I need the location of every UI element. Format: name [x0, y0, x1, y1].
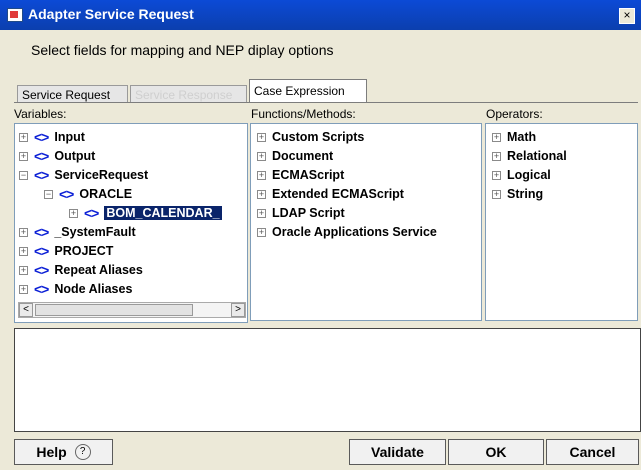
tree-item-servicerequest[interactable]: − <> ServiceRequest: [19, 166, 148, 184]
operators-tree[interactable]: + Math + Relational + Logical + String: [485, 123, 638, 321]
expand-icon[interactable]: +: [257, 132, 266, 142]
expand-icon[interactable]: +: [492, 151, 501, 161]
tree-item-node-aliases[interactable]: + <> Node Aliases: [19, 280, 132, 298]
element-tag-icon: <>: [34, 281, 49, 297]
tree-item-label-selected: BOM_CALENDAR_: [104, 206, 222, 220]
element-tag-icon: <>: [84, 205, 99, 221]
tree-item-label: Custom Scripts: [272, 130, 365, 144]
expand-icon[interactable]: +: [19, 265, 28, 275]
operators-label: Operators:: [486, 107, 543, 121]
tree-item-label: Output: [54, 149, 96, 163]
ok-button[interactable]: OK: [448, 439, 544, 465]
operator-item-math[interactable]: + Math: [492, 128, 536, 146]
functions-label: Functions/Methods:: [251, 107, 356, 121]
expand-icon[interactable]: +: [257, 227, 266, 237]
functions-tree[interactable]: + Custom Scripts + Document + ECMAScript…: [250, 123, 482, 321]
variables-tree[interactable]: + <> Input + <> Output − <> ServiceReque…: [14, 123, 248, 323]
function-item-document[interactable]: + Document: [257, 147, 333, 165]
tree-item-systemfault[interactable]: + <> _SystemFault: [19, 223, 136, 241]
tree-item-label: ServiceRequest: [54, 168, 149, 182]
tree-item-label: Logical: [507, 168, 551, 182]
expand-icon[interactable]: +: [492, 170, 501, 180]
tree-item-label: Math: [507, 130, 537, 144]
tree-item-label: _SystemFault: [54, 225, 136, 239]
tree-item-label: LDAP Script: [272, 206, 345, 220]
app-icon: [7, 8, 23, 22]
element-tag-icon: <>: [34, 167, 49, 183]
tree-item-label: ECMAScript: [272, 168, 345, 182]
operator-item-relational[interactable]: + Relational: [492, 147, 567, 165]
collapse-icon[interactable]: −: [19, 170, 28, 180]
element-tag-icon: <>: [34, 129, 49, 145]
expand-icon[interactable]: +: [257, 151, 266, 161]
tree-item-project[interactable]: + <> PROJECT: [19, 242, 113, 260]
element-tag-icon: <>: [59, 186, 74, 202]
element-tag-icon: <>: [34, 148, 49, 164]
scroll-left-icon[interactable]: <: [19, 303, 33, 317]
tree-item-label: Relational: [507, 149, 567, 163]
validate-button[interactable]: Validate: [349, 439, 446, 465]
expand-icon[interactable]: +: [19, 151, 28, 161]
tree-item-label: PROJECT: [54, 244, 114, 258]
tree-item-label: Document: [272, 149, 334, 163]
tree-item-bom-calendar[interactable]: + <> BOM_CALENDAR_: [69, 204, 222, 222]
variables-horizontal-scrollbar[interactable]: < >: [18, 302, 246, 318]
function-item-ldap-script[interactable]: + LDAP Script: [257, 204, 345, 222]
expand-icon[interactable]: +: [19, 227, 28, 237]
tree-item-label: Repeat Aliases: [54, 263, 143, 277]
operator-item-logical[interactable]: + Logical: [492, 166, 551, 184]
expand-icon[interactable]: +: [19, 246, 28, 256]
title-bar: Adapter Service Request ×: [0, 0, 641, 30]
expand-icon[interactable]: +: [257, 189, 266, 199]
tree-item-input[interactable]: + <> Input: [19, 128, 85, 146]
expand-icon[interactable]: +: [19, 132, 28, 142]
expand-icon[interactable]: +: [69, 208, 78, 218]
tree-item-label: Input: [54, 130, 85, 144]
collapse-icon[interactable]: −: [44, 189, 53, 199]
expand-icon[interactable]: +: [492, 132, 501, 142]
element-tag-icon: <>: [34, 262, 49, 278]
help-button-label: Help: [36, 444, 67, 460]
operator-item-string[interactable]: + String: [492, 185, 543, 203]
tree-item-label: Extended ECMAScript: [272, 187, 404, 201]
function-item-extended-ecmascript[interactable]: + Extended ECMAScript: [257, 185, 404, 203]
element-tag-icon: <>: [34, 224, 49, 240]
window-title: Adapter Service Request: [28, 6, 194, 22]
function-item-custom-scripts[interactable]: + Custom Scripts: [257, 128, 364, 146]
tree-item-repeat-aliases[interactable]: + <> Repeat Aliases: [19, 261, 143, 279]
tab-case-expression[interactable]: Case Expression: [249, 79, 367, 103]
tree-item-label: String: [507, 187, 544, 201]
expand-icon[interactable]: +: [19, 284, 28, 294]
close-icon[interactable]: ×: [619, 8, 635, 24]
scroll-thumb[interactable]: [35, 304, 193, 316]
element-tag-icon: <>: [34, 243, 49, 259]
expression-editor[interactable]: [14, 328, 641, 432]
tree-item-output[interactable]: + <> Output: [19, 147, 95, 165]
function-item-ecmascript[interactable]: + ECMAScript: [257, 166, 344, 184]
cancel-button[interactable]: Cancel: [546, 439, 639, 465]
tree-item-oracle[interactable]: − <> ORACLE: [44, 185, 132, 203]
tab-service-response: Service Response: [130, 85, 247, 103]
instructions-text: Select fields for mapping and NEP diplay…: [31, 42, 334, 58]
expand-icon[interactable]: +: [257, 208, 266, 218]
tree-item-label: Node Aliases: [54, 282, 133, 296]
variables-label: Variables:: [14, 107, 67, 121]
help-icon: ?: [74, 444, 91, 460]
expand-icon[interactable]: +: [492, 189, 501, 199]
tab-service-request[interactable]: Service Request: [17, 85, 128, 103]
help-button[interactable]: Help ?: [14, 439, 113, 465]
tree-item-label: Oracle Applications Service: [272, 225, 437, 239]
tree-item-label: ORACLE: [79, 187, 133, 201]
expand-icon[interactable]: +: [257, 170, 266, 180]
scroll-right-icon[interactable]: >: [231, 303, 245, 317]
function-item-oracle-apps-service[interactable]: + Oracle Applications Service: [257, 223, 437, 241]
